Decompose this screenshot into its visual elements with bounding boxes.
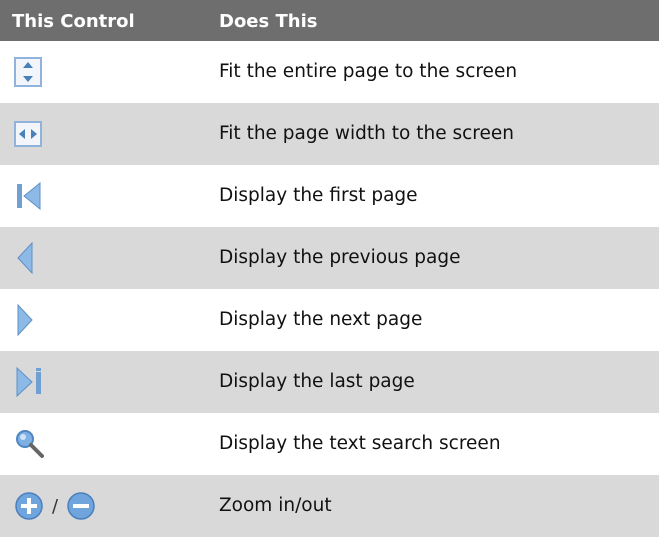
table-row: / Zoom in/out <box>0 475 659 537</box>
fit-page-icon <box>14 57 42 87</box>
row-description: Display the text search screen <box>219 433 501 454</box>
row-description: Display the next page <box>219 309 423 330</box>
row-description: Zoom in/out <box>219 495 332 516</box>
table-row: Fit the entire page to the screen <box>0 41 659 103</box>
table-row: Display the first page <box>0 165 659 227</box>
last-page-icon <box>14 366 46 398</box>
table-row: Fit the page width to the screen <box>0 103 659 165</box>
table-row: Display the next page <box>0 289 659 351</box>
table-header: This Control Does This <box>0 0 659 41</box>
controls-table: This Control Does This Fit the entire pa… <box>0 0 659 537</box>
header-control: This Control <box>12 11 135 32</box>
row-description: Display the previous page <box>219 247 461 268</box>
zoom-out-icon <box>66 491 96 521</box>
row-description: Display the first page <box>219 185 418 206</box>
row-description: Fit the entire page to the screen <box>219 61 518 82</box>
next-page-icon <box>14 303 36 337</box>
first-page-icon <box>14 181 44 211</box>
previous-page-icon <box>14 241 36 275</box>
row-description: Display the last page <box>219 371 415 392</box>
table-row: Display the text search screen <box>0 413 659 475</box>
table-row: Display the last page <box>0 351 659 413</box>
row-description: Fit the page width to the screen <box>219 123 514 144</box>
fit-width-icon <box>14 121 42 147</box>
search-icon <box>14 428 46 460</box>
table-row: Display the previous page <box>0 227 659 289</box>
zoom-in-icon <box>14 491 44 521</box>
zoom-separator: / <box>52 495 59 517</box>
header-description: Does This <box>219 11 318 32</box>
